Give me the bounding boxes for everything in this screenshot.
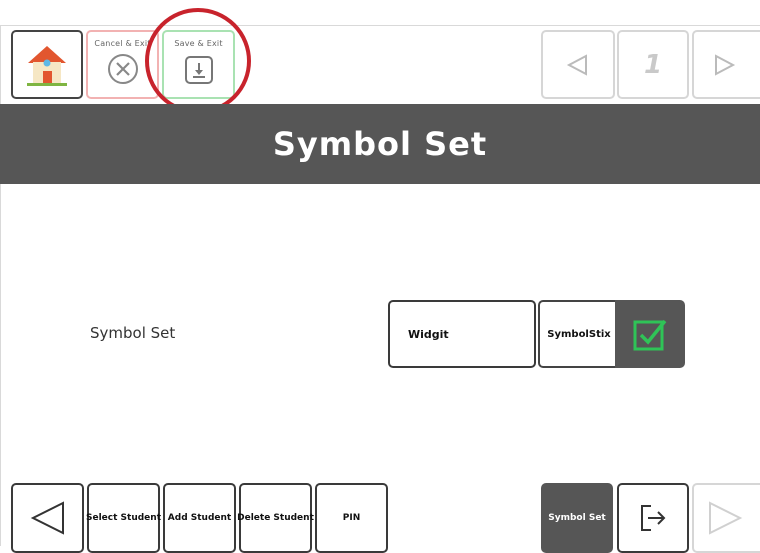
bottom-next-button[interactable] (692, 483, 760, 553)
top-divider (0, 25, 760, 26)
add-student-label: Add Student (167, 513, 232, 523)
triangle-left-icon (30, 501, 64, 535)
highlight-circle (145, 8, 251, 114)
page-number: 1 (617, 30, 689, 99)
symbol-set-label: Symbol Set (548, 513, 606, 523)
selected-checkbox[interactable] (615, 300, 685, 368)
add-student-button[interactable]: Add Student (163, 483, 236, 553)
bottom-prev-button[interactable] (11, 483, 84, 553)
circle-x-icon (107, 54, 138, 84)
home-button[interactable] (11, 30, 83, 99)
house-icon (27, 45, 67, 86)
select-student-label: Select Student (86, 513, 161, 523)
symbol-set-button[interactable]: Symbol Set (541, 483, 613, 553)
triangle-left-icon (566, 53, 587, 76)
option-symbolstix[interactable]: SymbolStix (538, 300, 618, 368)
triangle-right-icon (709, 501, 743, 535)
option-widgit[interactable]: Widgit (388, 300, 536, 368)
pin-label: PIN (342, 513, 361, 523)
triangle-right-icon (715, 53, 736, 76)
title-bar: Symbol Set (0, 104, 760, 184)
page-prev-button[interactable] (541, 30, 615, 99)
setting-label: Symbol Set (90, 324, 176, 342)
option-widgit-label: Widgit (408, 327, 449, 341)
cancel-exit-label: Cancel & Exit (94, 39, 151, 48)
exit-button[interactable] (617, 483, 689, 553)
exit-arrow-icon (641, 505, 666, 531)
delete-student-button[interactable]: Delete Student (237, 483, 314, 553)
option-symbolstix-label: SymbolStix (547, 328, 611, 340)
pin-button[interactable]: PIN (315, 483, 388, 553)
checkmark-icon (633, 319, 667, 351)
delete-student-label: Delete Student (237, 513, 314, 523)
page-title: Symbol Set (272, 125, 488, 163)
page-next-button[interactable] (692, 30, 760, 99)
select-student-button[interactable]: Select Student (86, 483, 161, 553)
page-number-text: 1 (643, 49, 663, 80)
